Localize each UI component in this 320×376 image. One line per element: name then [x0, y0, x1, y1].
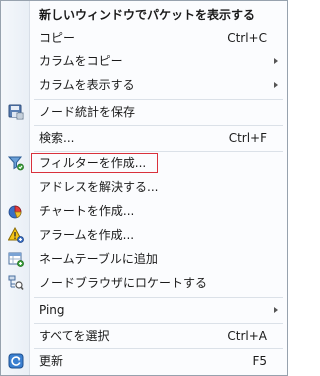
menu-item-label: ノード統計を保存 — [39, 105, 136, 119]
menu-item-copy-column[interactable]: カラムをコピー — [1, 50, 287, 72]
menu-item-label: ノードブラウザにロケートする — [39, 276, 208, 290]
menu-item-label: すべてを選択 — [39, 329, 110, 343]
menu-item-label: Ping — [39, 303, 65, 317]
menu-item-shortcut: F5 — [252, 354, 267, 368]
context-menu: 新しいウィンドウでパケットを表示する コピー Ctrl+C カラムをコピー カラ… — [0, 0, 288, 376]
chart-icon — [8, 203, 24, 219]
refresh-icon — [8, 353, 24, 369]
save-disk-icon — [8, 104, 24, 120]
menu-item-label: カラムをコピー — [39, 54, 123, 68]
submenu-arrow-icon — [274, 307, 278, 313]
menu-item-label: 検索... — [39, 131, 75, 145]
menu-item-save-node-stats[interactable]: ノード統計を保存 — [1, 101, 287, 123]
name-table-add-icon — [8, 251, 24, 267]
menu-item-copy[interactable]: コピー Ctrl+C — [1, 27, 287, 49]
menu-item-label: アドレスを解決する... — [39, 180, 159, 194]
menu-item-label: 更新 — [39, 354, 64, 368]
menu-item-search[interactable]: 検索... Ctrl+F — [1, 127, 287, 149]
menu-item-label: カラムを表示する — [39, 78, 135, 92]
menu-separator — [34, 99, 283, 100]
filter-funnel-icon — [8, 155, 24, 171]
menu-item-open-new-window[interactable]: 新しいウィンドウでパケットを表示する — [1, 4, 287, 26]
menu-item-add-name-table[interactable]: ネームテーブルに追加 — [1, 248, 287, 270]
menu-item-create-alarm[interactable]: アラームを作成... — [1, 224, 287, 246]
menu-separator — [34, 323, 283, 324]
menu-item-label: コピー — [39, 31, 76, 45]
menu-separator — [34, 348, 283, 349]
submenu-arrow-icon — [274, 58, 278, 64]
menu-separator — [34, 297, 283, 298]
menu-item-shortcut: Ctrl+A — [227, 329, 267, 343]
menu-item-refresh[interactable]: 更新 F5 — [1, 350, 287, 372]
menu-item-label: チャートを作成... — [39, 204, 135, 218]
menu-item-label: 新しいウィンドウでパケットを表示する — [39, 8, 256, 22]
highlight-box — [31, 153, 158, 173]
menu-item-show-column[interactable]: カラムを表示する — [1, 74, 287, 96]
menu-item-shortcut: Ctrl+F — [228, 131, 267, 145]
menu-item-locate-node-browser[interactable]: ノードブラウザにロケートする — [1, 272, 287, 294]
menu-separator — [34, 125, 283, 126]
menu-item-label: アラームを作成... — [39, 228, 135, 242]
alarm-warning-icon — [8, 227, 24, 243]
node-browser-locate-icon — [8, 275, 24, 291]
menu-item-shortcut: Ctrl+C — [227, 31, 267, 45]
menu-item-label: ネームテーブルに追加 — [39, 252, 158, 266]
menu-item-resolve-address[interactable]: アドレスを解決する... — [1, 176, 287, 198]
submenu-arrow-icon — [274, 82, 278, 88]
menu-item-create-chart[interactable]: チャートを作成... — [1, 200, 287, 222]
menu-item-select-all[interactable]: すべてを選択 Ctrl+A — [1, 325, 287, 347]
menu-item-ping[interactable]: Ping — [1, 299, 287, 321]
